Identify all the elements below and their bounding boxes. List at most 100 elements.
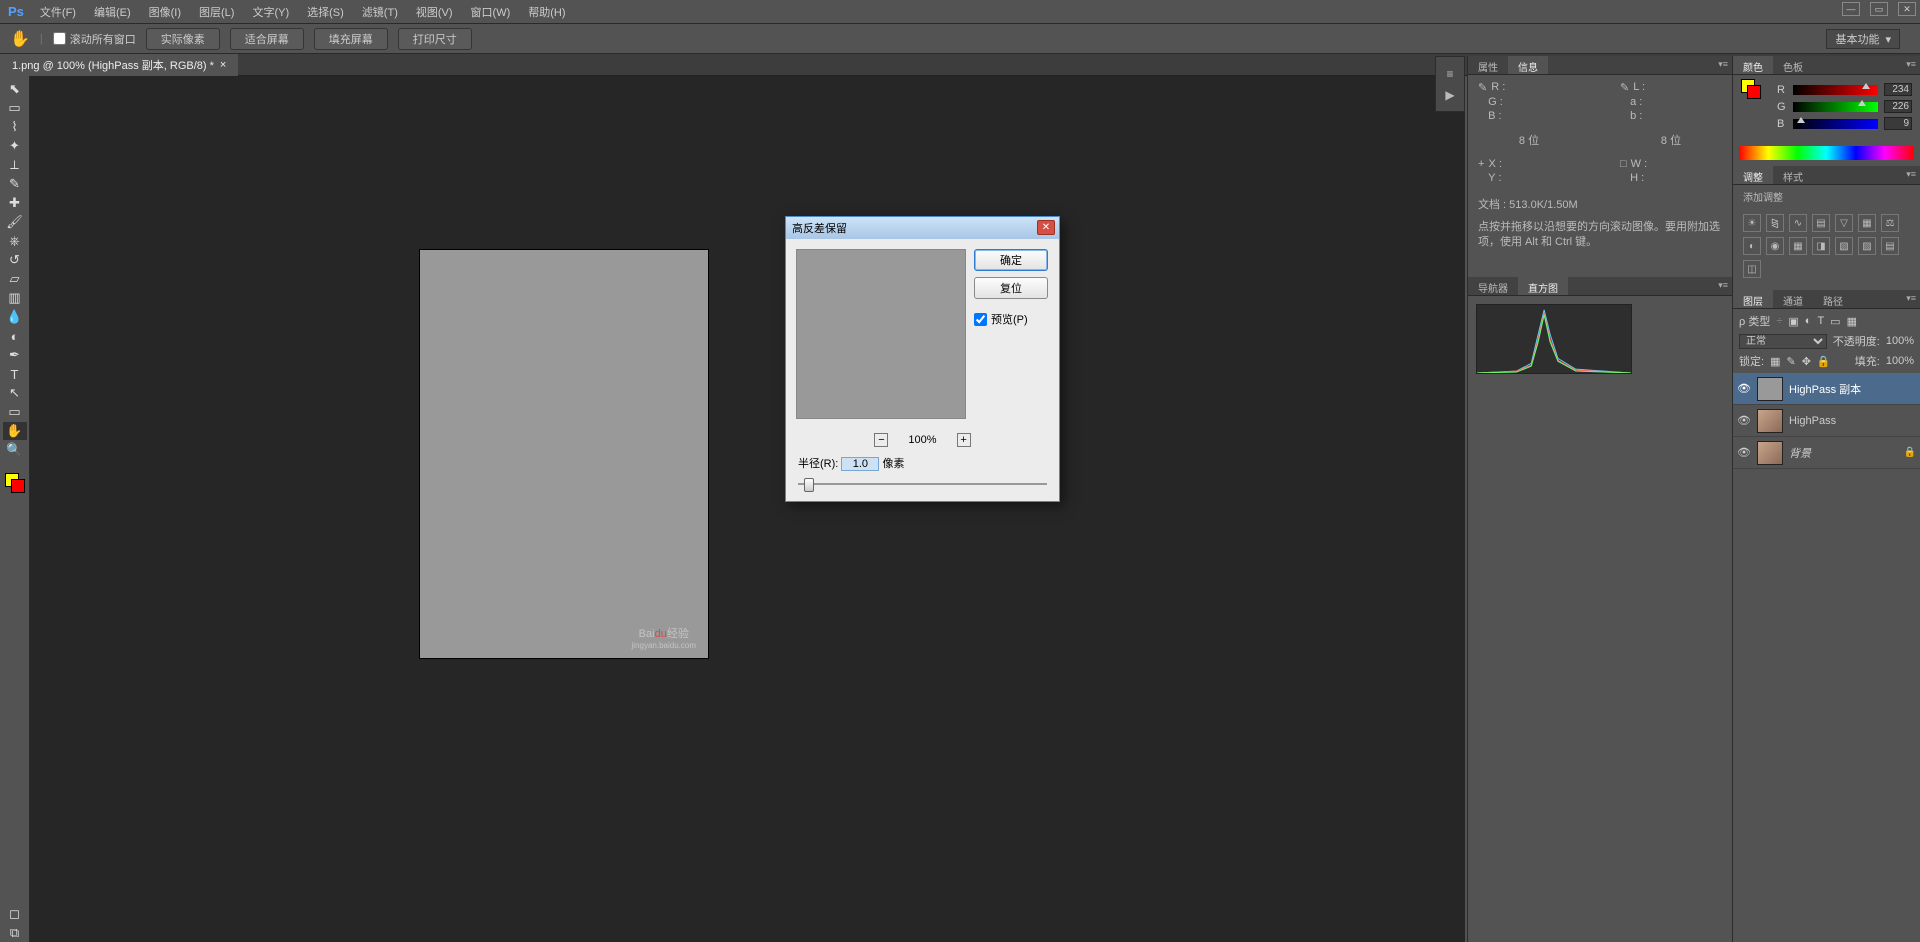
layer-thumbnail[interactable] [1757,409,1783,433]
lock-pixels-icon[interactable]: ▦ [1770,355,1780,368]
brush-tool[interactable]: 🖌 [3,213,27,231]
selective-color-icon[interactable]: ◫ [1743,260,1761,278]
histogram-tab[interactable]: 直方图 [1518,277,1568,295]
spectrum-bar[interactable] [1739,146,1914,160]
g-value[interactable]: 226 [1884,100,1912,113]
crop-tool[interactable]: ⟂ [3,156,27,174]
color-balance-icon[interactable]: ⚖ [1881,214,1899,232]
layer-name[interactable]: 背景 [1789,445,1811,461]
panel-menu-icon[interactable]: ▾≡ [1906,169,1916,180]
channels-tab[interactable]: 通道 [1773,290,1813,308]
levels-icon[interactable]: ⧎ [1766,214,1784,232]
layer-name[interactable]: HighPass [1789,415,1836,427]
pen-tool[interactable]: ✒ [3,346,27,364]
layer-row[interactable]: 👁 HighPass 副本 [1733,373,1920,405]
visibility-toggle[interactable]: 👁 [1737,446,1751,459]
invert-icon[interactable]: ◨ [1812,237,1830,255]
print-size-button[interactable]: 打印尺寸 [398,28,472,50]
actions-panel-icon[interactable]: ▶ [1445,88,1454,102]
filter-smart-icon[interactable]: ▦ [1847,315,1857,328]
filter-adjust-icon[interactable]: ◐ [1805,315,1812,327]
menu-select[interactable]: 选择(S) [299,1,352,23]
styles-tab[interactable]: 样式 [1773,166,1813,184]
layer-row[interactable]: 👁 HighPass [1733,405,1920,437]
reset-button[interactable]: 复位 [974,277,1048,299]
radius-slider[interactable] [798,477,1047,491]
actual-pixels-button[interactable]: 实际像素 [146,28,220,50]
screen-mode-toggle[interactable]: ⧉ [3,924,27,942]
curves-icon[interactable]: ∿ [1789,214,1807,232]
lock-position-icon[interactable]: ✎ [1786,355,1795,368]
dodge-tool[interactable]: ◐ [3,327,27,345]
g-slider[interactable] [1793,102,1878,112]
color-panel-swatch[interactable] [1741,79,1761,99]
marquee-tool[interactable]: ▭ [3,99,27,117]
minimize-button[interactable]: — [1842,2,1860,16]
menu-edit[interactable]: 编辑(E) [86,1,139,23]
posterize-icon[interactable]: ▧ [1835,237,1853,255]
vibrance-icon[interactable]: ▽ [1835,214,1853,232]
document-area[interactable]: Baidu经验 jingyan.baidu.com [30,76,1465,942]
layer-row[interactable]: 👁 背景 🔒 [1733,437,1920,469]
panel-menu-icon[interactable]: ▾≡ [1718,59,1728,70]
close-button[interactable]: ✕ [1898,2,1916,16]
info-tab[interactable]: 信息 [1508,56,1548,74]
ok-button[interactable]: 确定 [974,249,1048,271]
fit-screen-button[interactable]: 适合屏幕 [230,28,304,50]
radius-input[interactable] [841,457,879,471]
dialog-close-button[interactable]: ✕ [1037,220,1055,235]
preview-checkbox[interactable]: 预览(P) [974,311,1048,327]
brightness-icon[interactable]: ☀ [1743,214,1761,232]
color-swatch[interactable] [5,473,25,493]
layer-name[interactable]: HighPass 副本 [1789,381,1861,397]
maximize-button[interactable]: ▭ [1870,2,1888,16]
menu-image[interactable]: 图像(I) [141,1,189,23]
panel-menu-icon[interactable]: ▾≡ [1718,280,1728,291]
clone-stamp-tool[interactable]: ⎈ [3,232,27,250]
scroll-all-windows-checkbox[interactable]: 滚动所有窗口 [53,31,136,47]
color-tab[interactable]: 颜色 [1733,56,1773,74]
threshold-icon[interactable]: ▨ [1858,237,1876,255]
eyedropper-tool[interactable]: ✎ [3,175,27,193]
adjustments-tab[interactable]: 调整 [1733,166,1773,184]
b-value[interactable]: 9 [1884,117,1912,130]
hand-tool[interactable]: ✋ [3,422,27,440]
menu-help[interactable]: 帮助(H) [520,1,573,23]
filter-pixel-icon[interactable]: ▣ [1788,315,1798,328]
lock-move-icon[interactable]: ✥ [1802,355,1811,368]
r-slider[interactable] [1793,85,1878,95]
fill-screen-button[interactable]: 填充屏幕 [314,28,388,50]
navigator-tab[interactable]: 导航器 [1468,277,1518,295]
layer-thumbnail[interactable] [1757,377,1783,401]
document-tab[interactable]: 1.png @ 100% (HighPass 副本, RGB/8) * × [0,54,238,76]
history-panel-icon[interactable]: ≡ [1446,67,1453,81]
b-slider[interactable] [1793,119,1878,129]
shape-tool[interactable]: ▭ [3,403,27,421]
zoom-out-button[interactable]: − [874,433,888,447]
paths-tab[interactable]: 路径 [1813,290,1853,308]
move-tool[interactable]: ⬉ [3,80,27,98]
gradient-tool[interactable]: ▥ [3,289,27,307]
fill-value[interactable]: 100% [1886,355,1914,367]
filter-type-icon[interactable]: T [1817,315,1824,327]
close-tab-icon[interactable]: × [220,59,226,71]
opacity-value[interactable]: 100% [1886,335,1914,347]
properties-tab[interactable]: 属性 [1468,56,1508,74]
visibility-toggle[interactable]: 👁 [1737,414,1751,427]
eraser-tool[interactable]: ▱ [3,270,27,288]
lock-all-icon[interactable]: 🔒 [1817,355,1831,368]
menu-type[interactable]: 文字(Y) [244,1,297,23]
history-brush-tool[interactable]: ↺ [3,251,27,269]
gradient-map-icon[interactable]: ▤ [1881,237,1899,255]
type-tool[interactable]: T [3,365,27,383]
magic-wand-tool[interactable]: ✦ [3,137,27,155]
layers-tab[interactable]: 图层 [1733,290,1773,308]
hue-icon[interactable]: ▦ [1858,214,1876,232]
panel-menu-icon[interactable]: ▾≡ [1906,293,1916,304]
path-select-tool[interactable]: ↖ [3,384,27,402]
dialog-preview[interactable] [796,249,966,419]
channel-mixer-icon[interactable]: ▦ [1789,237,1807,255]
menu-filter[interactable]: 滤镜(T) [354,1,406,23]
healing-brush-tool[interactable]: ✚ [3,194,27,212]
blend-mode-select[interactable]: 正常 [1739,334,1827,349]
